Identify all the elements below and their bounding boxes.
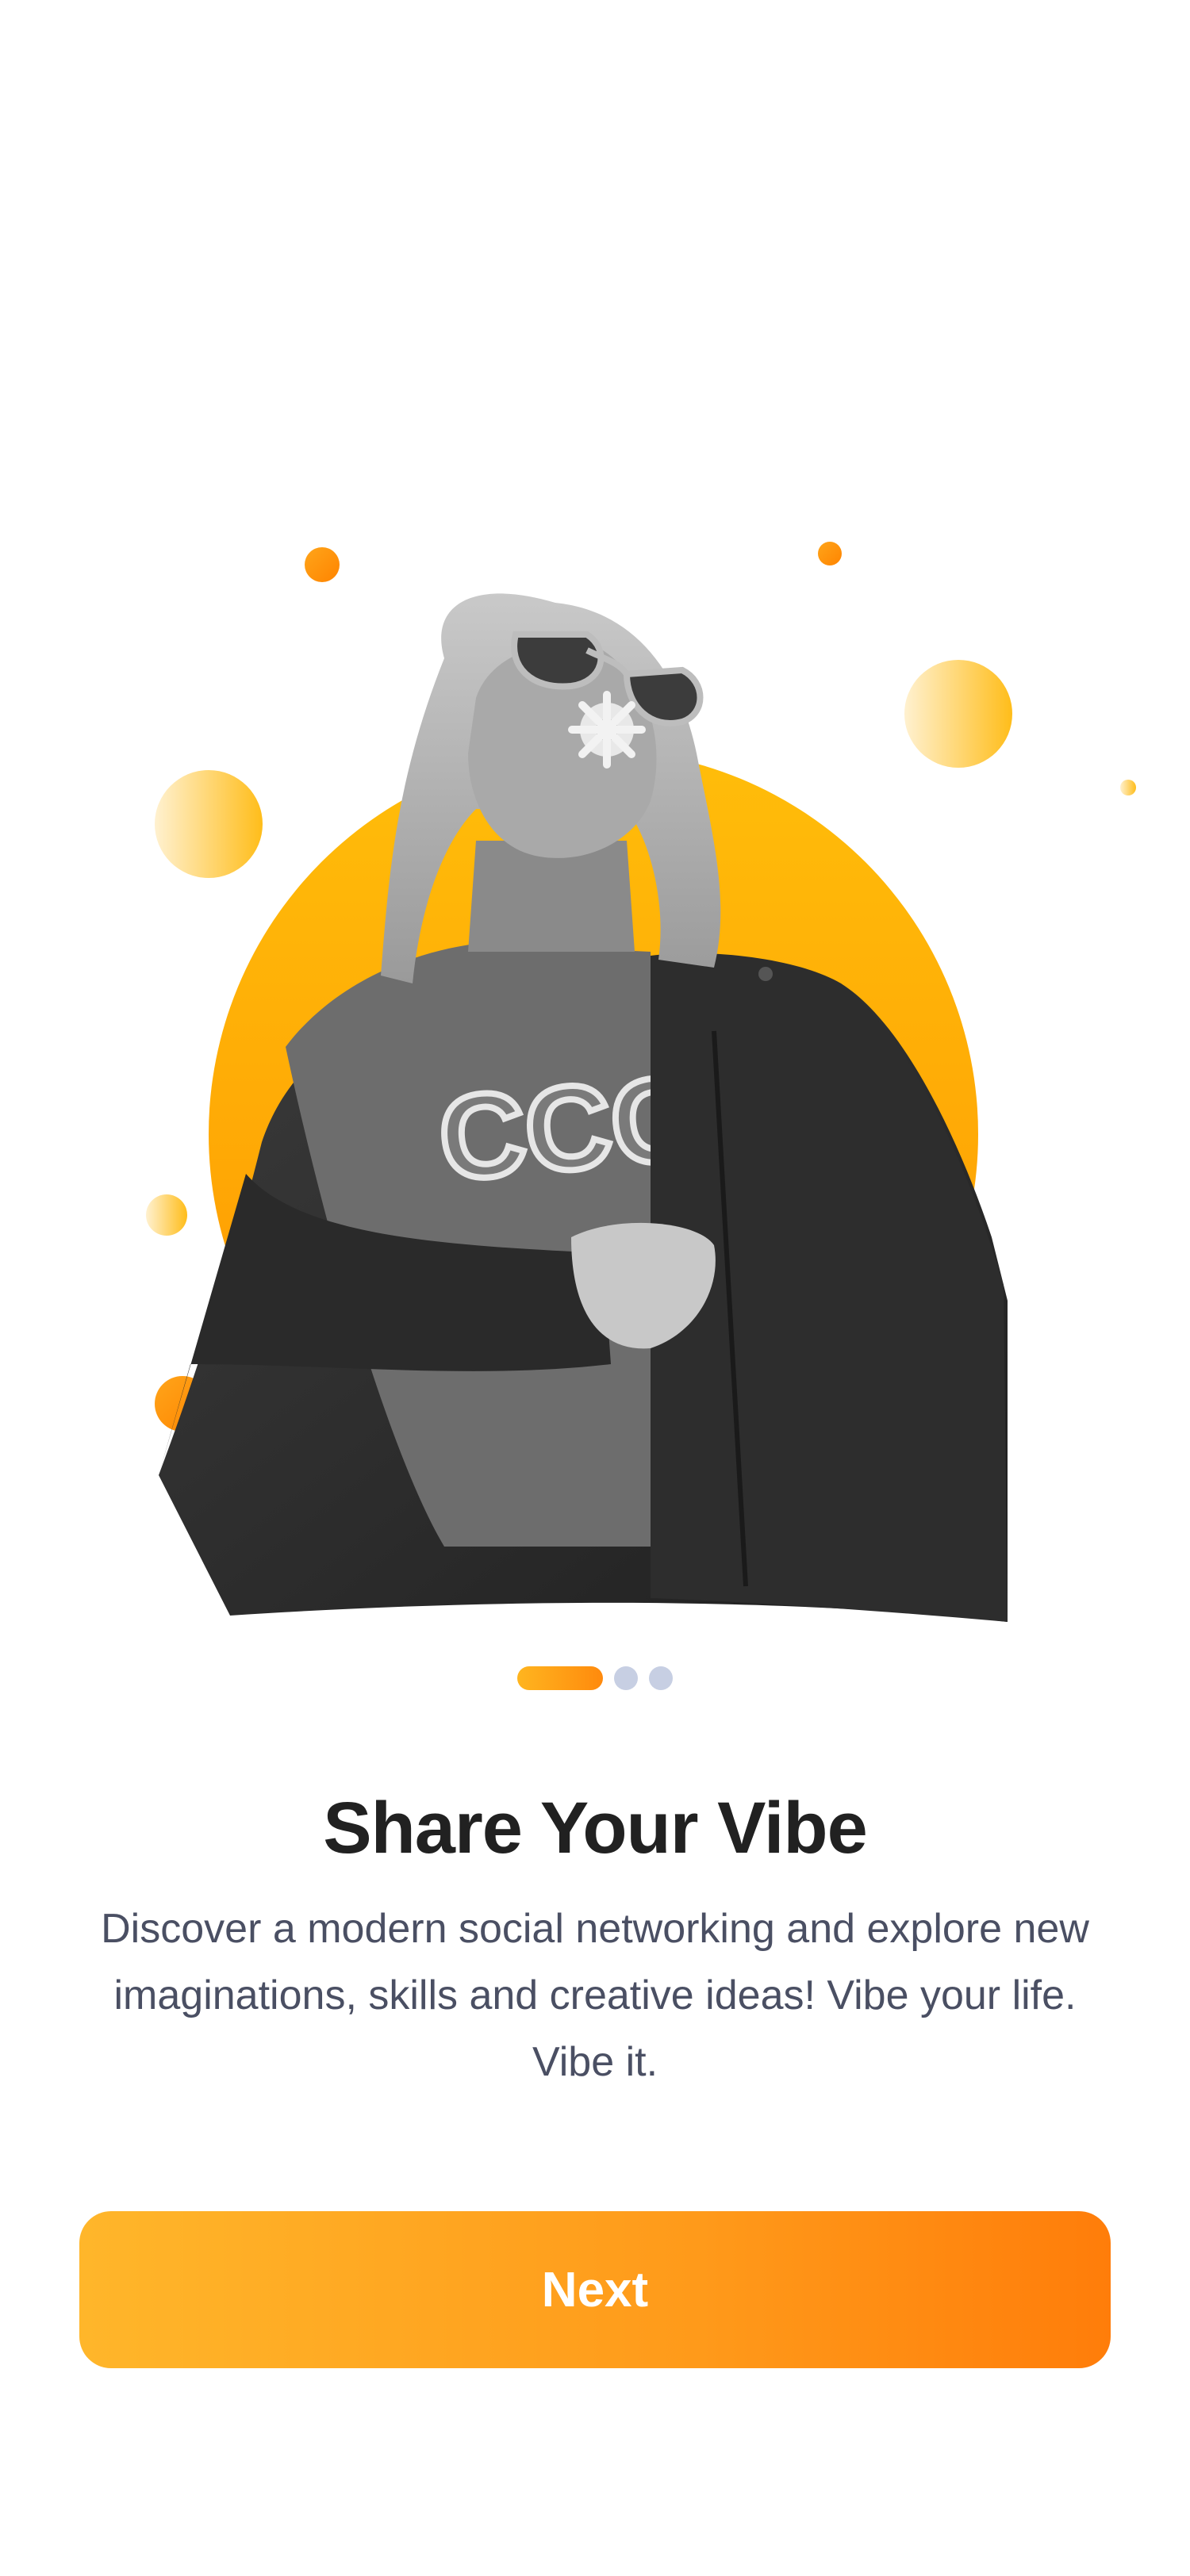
page-indicator-dot[interactable]	[614, 1666, 638, 1690]
decor-bubble	[818, 542, 842, 565]
person-photo: CCC	[159, 593, 1008, 1622]
page-indicator-dot[interactable]	[649, 1666, 673, 1690]
decor-bubble	[146, 1194, 187, 1236]
onboarding-description: Discover a modern social networking and …	[101, 1906, 1089, 2085]
page-indicator-dot-active[interactable]	[517, 1666, 603, 1690]
next-button[interactable]: Next	[79, 2211, 1111, 2368]
decor-bubble	[904, 660, 1012, 768]
flower-graphic	[568, 691, 646, 769]
page-indicator	[0, 1665, 1190, 1692]
decor-bubble	[1120, 780, 1136, 795]
onboarding-screen: CCC Share Your Vibe Discover a modern so…	[0, 0, 1190, 2576]
decor-bubble	[305, 547, 340, 582]
decor-bubble	[155, 770, 263, 878]
hero-illustration: CCC	[0, 0, 1190, 1634]
onboarding-title: Share Your Vibe	[323, 1788, 868, 1869]
